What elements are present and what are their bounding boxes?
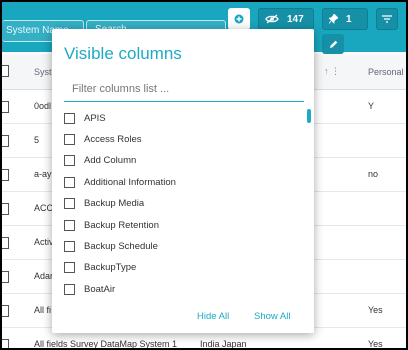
column-checkbox[interactable]	[64, 155, 75, 167]
list-item[interactable]: Backup Retention	[64, 216, 284, 234]
eye-slash-icon	[265, 14, 279, 24]
row-checkbox[interactable]	[2, 169, 9, 181]
row-checkbox[interactable]	[2, 135, 9, 147]
list-item[interactable]: Backup Media	[64, 195, 284, 213]
column-label: Access Roles	[84, 133, 142, 145]
cell-system: 5	[34, 135, 40, 145]
cell-personal: Y	[368, 101, 375, 111]
list-item[interactable]: APIS	[64, 109, 284, 127]
show-all-button[interactable]: Show All	[254, 311, 290, 322]
column-checkbox[interactable]	[64, 262, 75, 274]
row-checkbox[interactable]	[2, 271, 9, 283]
sort-menu-icon[interactable]: ↑ ⋮	[324, 66, 340, 77]
column-label: Backup Media	[84, 198, 145, 210]
column-label: Add Column	[84, 155, 137, 167]
edit-button[interactable]	[322, 34, 344, 54]
hide-all-button[interactable]: Hide All	[197, 311, 229, 322]
cell-personal: Yes	[368, 339, 383, 348]
filter-lines-icon	[382, 15, 392, 23]
row-checkbox[interactable]	[2, 203, 9, 215]
column-label: BoatAir	[84, 283, 116, 295]
visible-count: 147	[287, 13, 304, 25]
column-checkbox[interactable]	[64, 219, 75, 231]
row-checkbox[interactable]	[2, 101, 9, 113]
app-window: System Name Search 147 1 Syste ↑ ⋮ Perso…	[2, 2, 406, 348]
add-button[interactable]	[228, 8, 250, 30]
row-checkbox[interactable]	[2, 305, 9, 317]
list-item[interactable]: BoatAir	[64, 280, 284, 298]
list-item[interactable]: Access Roles	[64, 130, 284, 148]
row-checkbox[interactable]	[2, 339, 9, 348]
column-checkbox[interactable]	[64, 112, 75, 124]
column-checkbox[interactable]	[64, 176, 75, 188]
columns-list: APIS Access Roles Add Column Additional …	[64, 109, 294, 301]
pinned-count: 1	[346, 13, 352, 25]
list-item[interactable]: BackupType	[64, 259, 284, 277]
cell-region: India Japan	[200, 339, 247, 348]
cell-system: All fields Survey DataMap System 1	[34, 339, 178, 348]
cell-personal: no	[368, 169, 379, 179]
row-checkbox[interactable]	[2, 237, 9, 249]
list-item[interactable]: Additional Information	[64, 173, 284, 191]
header-personal[interactable]: Personal	[368, 67, 404, 77]
column-label: Backup Schedule	[84, 240, 158, 252]
cell-personal: Yes	[368, 305, 383, 315]
column-checkbox[interactable]	[64, 133, 75, 145]
cell-system: ACC	[34, 203, 54, 213]
cell-system: Activ	[34, 237, 54, 247]
pin-icon	[329, 14, 338, 24]
filter-columns-input[interactable]	[64, 76, 304, 102]
list-item[interactable]: Backup Schedule	[64, 237, 284, 255]
cell-system: a-ay	[34, 169, 52, 179]
pinned-columns-button[interactable]: 1	[322, 8, 368, 30]
cell-system: All fi	[34, 305, 52, 315]
column-label: Backup Retention	[84, 219, 159, 231]
visible-columns-button[interactable]: 147	[258, 8, 314, 30]
visible-columns-popup: Visible columns APIS Access Roles Add Co…	[52, 29, 314, 333]
column-label: Additional Information	[84, 176, 176, 188]
cell-system: 0odl	[34, 101, 52, 111]
popup-title: Visible columns	[64, 44, 182, 63]
column-label: APIS	[84, 112, 106, 124]
plus-circle-icon	[234, 14, 244, 24]
select-all-checkbox[interactable]	[2, 65, 9, 77]
column-checkbox[interactable]	[64, 240, 75, 252]
column-checkbox[interactable]	[64, 283, 75, 295]
column-label: BackupType	[84, 262, 137, 274]
column-checkbox[interactable]	[64, 198, 75, 210]
list-scrollbar[interactable]	[307, 109, 311, 123]
list-item[interactable]: Add Column	[64, 152, 284, 170]
pencil-icon	[329, 40, 337, 48]
menu-button[interactable]	[376, 8, 398, 30]
cell-system: Adar	[34, 271, 54, 281]
